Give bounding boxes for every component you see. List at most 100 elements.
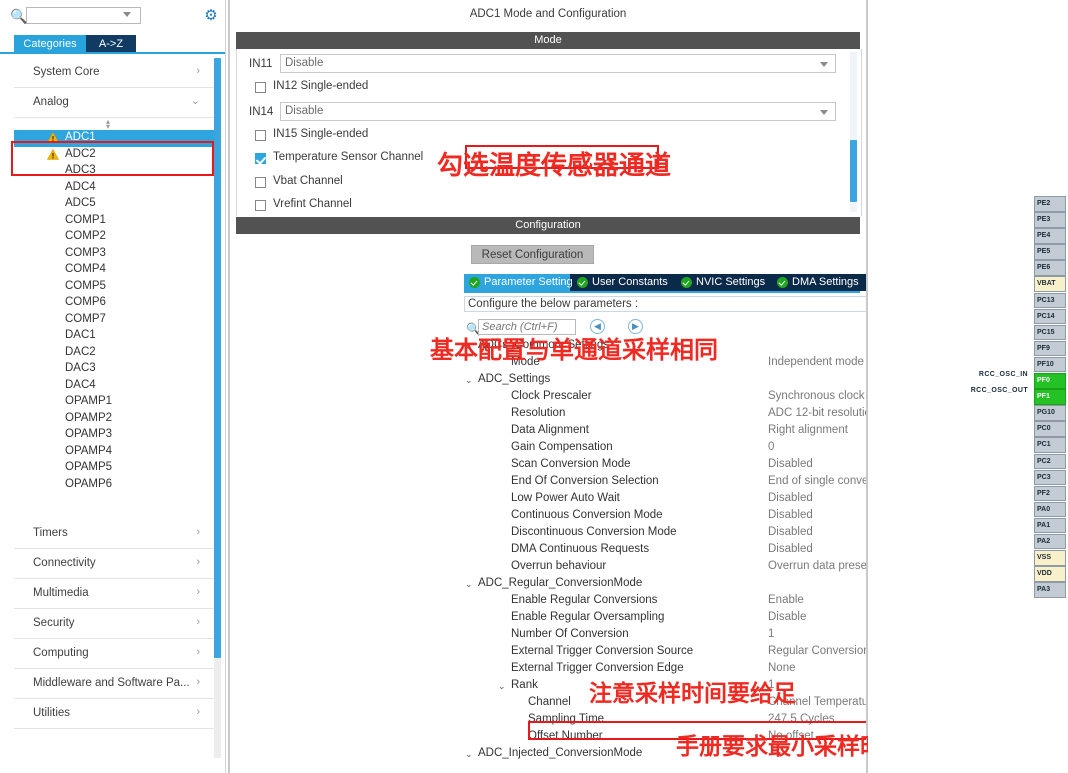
tab-categories[interactable]: Categories [14, 35, 86, 53]
pin-pe2[interactable]: PE2 [1034, 196, 1066, 212]
sidebar-item-adc3[interactable]: ADC3 [14, 163, 214, 180]
mode-checkbox-row[interactable]: Vrefint Channel [237, 196, 861, 216]
parameter-value[interactable]: 247.5 Cycles [768, 713, 834, 725]
pin-pe6[interactable]: PE6 [1034, 260, 1066, 276]
sidebar-item-dac4[interactable]: DAC4 [14, 378, 214, 395]
gear-icon[interactable]: ⚙ [203, 8, 219, 24]
sidebar-item-comp2[interactable]: COMP2 [14, 229, 214, 246]
pin-pc0[interactable]: PC0 [1034, 421, 1066, 437]
parameter-value[interactable]: Disabled [768, 543, 813, 555]
parameter-value[interactable]: ADC 12-bit resolution [768, 407, 877, 419]
sidebar-item-opamp6[interactable]: OPAMP6 [14, 477, 214, 494]
pin-pa1[interactable]: PA1 [1034, 517, 1066, 534]
parameter-value[interactable]: Disabled [768, 492, 813, 504]
pin-vss[interactable]: VSS [1034, 550, 1066, 566]
sidebar-item-dac3[interactable]: DAC3 [14, 361, 214, 378]
pin-vdd[interactable]: VDD [1034, 566, 1066, 582]
sidebar-group-middleware-and-software-pa[interactable]: Middleware and Software Pa... › [14, 669, 214, 699]
pin-pc2[interactable]: PC2 [1034, 453, 1066, 469]
parameter-value[interactable]: Disabled [768, 509, 813, 521]
mode-scrollbar-thumb[interactable] [850, 140, 857, 202]
pin-pa2[interactable]: PA2 [1034, 533, 1066, 550]
pin-pc14[interactable]: PC14 [1034, 308, 1066, 325]
sidebar-item-adc5[interactable]: ADC5 [14, 196, 214, 213]
parameter-value[interactable]: None [768, 662, 796, 674]
mode-combo-box[interactable]: Disable [280, 54, 836, 73]
parameter-name: Rank [511, 679, 538, 691]
sidebar-group-timers[interactable]: Timers › [14, 519, 214, 549]
sidebar-item-comp3[interactable]: COMP3 [14, 246, 214, 263]
sidebar-item-comp4[interactable]: COMP4 [14, 262, 214, 279]
pin-pe4[interactable]: PE4 [1034, 228, 1066, 244]
sidebar-item-comp6[interactable]: COMP6 [14, 295, 214, 312]
sidebar-item-opamp2[interactable]: OPAMP2 [14, 411, 214, 428]
sidebar-item-comp1[interactable]: COMP1 [14, 213, 214, 230]
tab-dma-settings[interactable]: DMA Settings [772, 274, 866, 291]
pin-vbat[interactable]: VBAT [1034, 276, 1066, 292]
pin-pf0[interactable]: PF0 [1034, 373, 1066, 389]
parameter-value[interactable]: Right alignment [768, 424, 848, 436]
sidebar-item-opamp1[interactable]: OPAMP1 [14, 394, 214, 411]
checkbox[interactable] [255, 153, 266, 164]
sidebar-group-utilities[interactable]: Utilities › [14, 699, 214, 729]
mode-combo-in11[interactable]: IN11 Disable [237, 54, 861, 76]
sidebar-group-connectivity[interactable]: Connectivity › [14, 549, 214, 579]
pin-pc1[interactable]: PC1 [1034, 437, 1066, 453]
chevron-down-icon[interactable] [820, 109, 828, 115]
parameter-value[interactable]: 0 [768, 441, 774, 453]
sidebar-collapse-handle[interactable]: ▴ ▾ [14, 118, 214, 131]
parameter-value[interactable]: Disabled [768, 526, 813, 538]
sidebar-item-opamp4[interactable]: OPAMP4 [14, 444, 214, 461]
mode-combo-in14[interactable]: IN14 Disable [237, 101, 861, 124]
pin-pf2[interactable]: PF2 [1034, 485, 1066, 502]
pin-pa3[interactable]: PA3 [1034, 582, 1066, 598]
pin-pf1[interactable]: PF1 [1034, 389, 1066, 405]
pin-pa0[interactable]: PA0 [1034, 501, 1066, 518]
sidebar-item-dac2[interactable]: DAC2 [14, 345, 214, 362]
mode-combo-box[interactable]: Disable [280, 101, 836, 121]
sidebar-item-opamp3[interactable]: OPAMP3 [14, 427, 214, 444]
pin-pc13[interactable]: PC13 [1034, 292, 1066, 309]
checkbox[interactable] [255, 200, 266, 211]
sidebar-item-adc4[interactable]: ADC4 [14, 180, 214, 197]
parameter-value[interactable]: Disable [768, 611, 806, 623]
pin-pf9[interactable]: PF9 [1034, 340, 1066, 357]
sidebar-item-adc1[interactable]: ADC1 [14, 130, 214, 147]
sidebar-item-dac1[interactable]: DAC1 [14, 328, 214, 345]
pin-pg10[interactable]: PG10 [1034, 405, 1066, 421]
parameter-value[interactable]: Independent mode [768, 356, 864, 368]
sidebar-item-comp5[interactable]: COMP5 [14, 279, 214, 296]
tab-nvic-settings[interactable]: NVIC Settings [676, 274, 770, 291]
chevron-down-icon[interactable] [820, 62, 828, 67]
tab-a-to-z[interactable]: A->Z [86, 35, 136, 53]
mode-checkbox-row[interactable]: IN12 Single-ended [237, 78, 861, 100]
sidebar-group-security[interactable]: Security › [14, 609, 214, 639]
sidebar-group-multimedia[interactable]: Multimedia › [14, 579, 214, 609]
parameter-value[interactable]: Enable [768, 594, 804, 606]
tab-parameter-settings[interactable]: Parameter Settings [464, 274, 578, 291]
chevron-down-icon[interactable]: ⌄ [498, 681, 506, 692]
sidebar-item-adc2[interactable]: ADC2 [14, 147, 214, 164]
checkbox[interactable] [255, 82, 266, 93]
pin-pe3[interactable]: PE3 [1034, 212, 1066, 228]
chevron-down-icon[interactable]: ⌄ [465, 375, 473, 386]
chevron-down-icon[interactable]: ⌄ [465, 749, 473, 760]
sidebar-group-analog[interactable]: Analog ⌄ [14, 88, 214, 118]
checkbox[interactable] [255, 176, 266, 188]
sidebar-group-computing[interactable]: Computing › [14, 639, 214, 669]
pin-pe5[interactable]: PE5 [1034, 244, 1066, 260]
parameter-value[interactable]: Disabled [768, 458, 813, 470]
checkbox[interactable] [255, 129, 266, 141]
chevron-down-icon[interactable] [123, 12, 131, 17]
pin-pc15[interactable]: PC15 [1034, 324, 1066, 341]
pin-pf10[interactable]: PF10 [1034, 356, 1066, 373]
chevron-down-icon[interactable]: ⌄ [465, 579, 473, 590]
pin-pc3[interactable]: PC3 [1034, 469, 1066, 486]
reset-configuration-button[interactable]: Reset Configuration [471, 245, 594, 264]
parameter-value[interactable]: 1 [768, 628, 774, 640]
sidebar-item-opamp5[interactable]: OPAMP5 [14, 460, 214, 477]
tab-user-constants[interactable]: User Constants [572, 274, 674, 291]
sidebar-item-comp7[interactable]: COMP7 [14, 312, 214, 329]
sidebar-group-system-core[interactable]: System Core › [14, 58, 214, 88]
sidebar-scrollbar-thumb[interactable] [214, 58, 221, 658]
